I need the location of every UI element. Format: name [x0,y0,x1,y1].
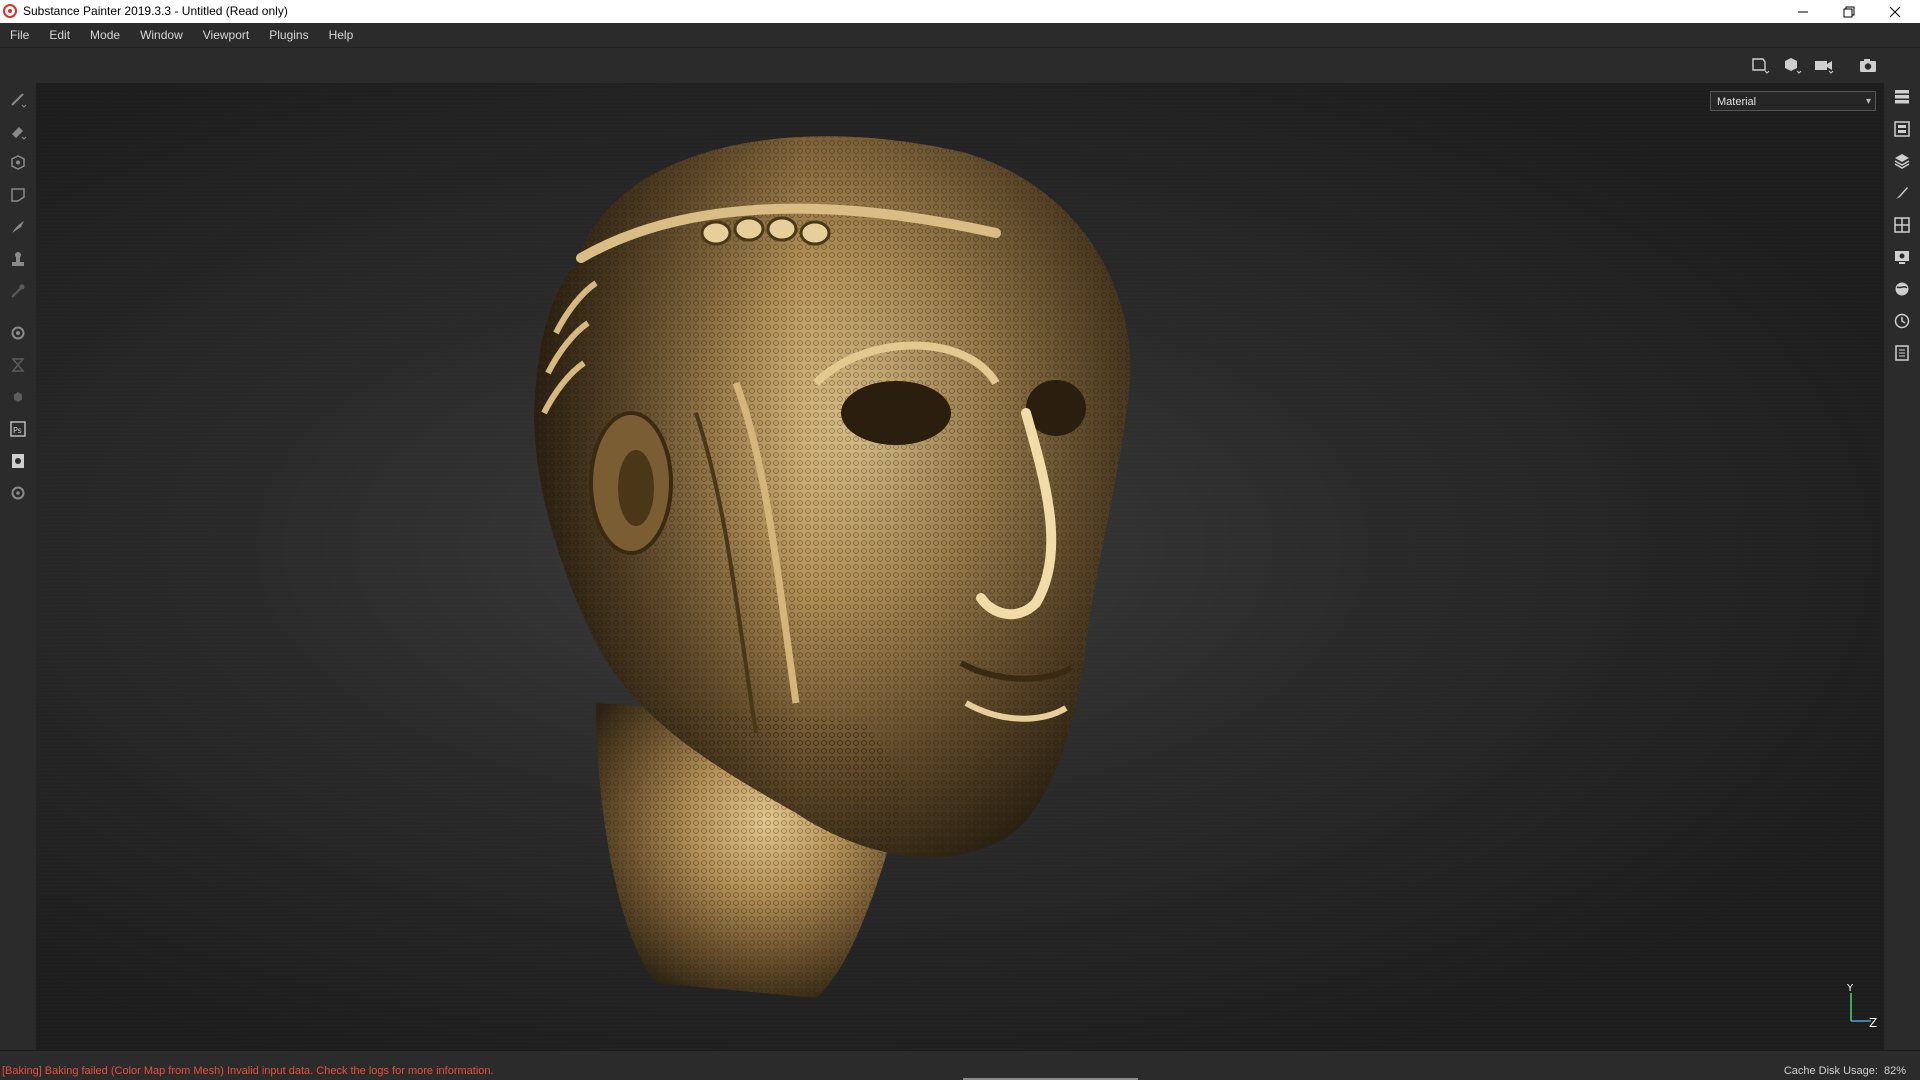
close-icon [1889,6,1901,17]
history-icon [1894,313,1910,329]
axis-gizmo: Y Z [1846,983,1877,1030]
menu-mode[interactable]: Mode [80,23,130,47]
export-tool[interactable] [6,449,30,473]
right-dock-strip [1884,83,1920,1050]
texture-set-settings-button[interactable] [1890,149,1914,173]
left-tool-strip: Ps [0,83,36,1050]
close-button[interactable] [1872,0,1918,23]
title-bar: Substance Painter 2019.3.3 - Untitled (R… [0,0,1920,23]
camera-button[interactable] [1812,54,1836,76]
top-toolbar [0,47,1920,84]
menu-help[interactable]: Help [319,23,364,47]
effects-tool[interactable] [6,385,30,409]
menu-edit[interactable]: Edit [39,23,80,47]
paint-tool[interactable] [6,87,30,111]
status-error-message[interactable]: [Baking] Baking failed (Color Map from M… [2,1065,494,1077]
log-icon [1895,345,1909,361]
camera-icon [1815,61,1834,74]
paint-brush-icon [11,93,27,108]
brush-properties-icon [1896,187,1908,199]
eraser-icon [12,127,27,140]
substance-painter-logo-icon [3,4,17,18]
environment-button[interactable] [1890,277,1914,301]
display-settings-icon [1895,251,1909,264]
menu-window[interactable]: Window [130,23,193,47]
plugin-tool[interactable] [6,481,30,505]
restore-button[interactable] [1826,0,1872,23]
polygon-fill-tool[interactable] [6,183,30,207]
axis-label-z: Z [1869,1016,1877,1030]
cache-disk-usage: Cache Disk Usage: 82% [1778,1065,1906,1077]
export-icon [12,454,24,468]
menu-viewport[interactable]: Viewport [193,23,259,47]
photoshop-export-tool[interactable]: Ps [6,417,30,441]
photoshop-icon: Ps [10,421,26,437]
polygon-fill-icon [11,188,25,202]
cache-label: Cache Disk Usage: [1783,1065,1878,1077]
effects-icon [14,392,22,402]
texture-set-settings-icon [1894,154,1910,169]
smudge-icon [12,221,24,233]
menu-file[interactable]: File [0,23,39,47]
shelf-button[interactable] [1890,213,1914,237]
texture-set-list-icon [1894,121,1910,137]
menu-bar: File Edit Mode Window Viewport Plugins H… [0,23,1920,47]
smudge-tool[interactable] [6,215,30,239]
color-picker-icon [11,284,25,298]
cache-value: 82% [1883,1065,1906,1077]
history-button[interactable] [1890,309,1914,333]
svg-text:Ps: Ps [13,426,22,435]
3d-viewport[interactable]: Material ▾ Y Z [36,83,1884,1050]
object-view-icon [1752,58,1770,74]
bake-settings-icon [11,326,25,340]
environment-icon [1895,282,1909,296]
log-button[interactable] [1890,341,1914,365]
layers-icon [1895,90,1909,104]
brush-properties-button[interactable] [1890,181,1914,205]
viewport-mode-select[interactable]: Material ▾ [1710,91,1876,111]
projection-icon [11,155,25,170]
object-view-button[interactable] [1748,54,1772,76]
clone-tool[interactable] [6,247,30,271]
viewport-mode-value: Material [1717,96,1757,108]
clone-stamp-icon [12,252,24,266]
minimize-icon [1798,11,1808,12]
eraser-tool[interactable] [6,119,30,143]
bake-settings-tool[interactable] [6,321,30,345]
color-picker-tool[interactable] [6,279,30,303]
chevron-down-icon: ▾ [1865,96,1871,107]
cube-view-icon [1785,58,1802,74]
bronze-head-model[interactable] [36,83,1884,1050]
plugin-icon [11,486,25,500]
axis-label-y: Y [1846,983,1854,994]
status-bar: [Baking] Baking failed (Color Map from M… [0,1050,1920,1080]
cube-view-button[interactable] [1780,54,1804,76]
display-settings-button[interactable] [1890,245,1914,269]
shelf-icon [1894,217,1910,233]
screenshot-button[interactable] [1856,54,1880,76]
restore-icon [1843,6,1855,17]
iray-icon [11,358,25,372]
texture-set-list-button[interactable] [1890,117,1914,141]
menu-plugins[interactable]: Plugins [259,23,318,47]
window-title: Substance Painter 2019.3.3 - Untitled (R… [23,4,288,18]
minimize-button[interactable] [1780,0,1826,23]
iray-tool[interactable] [6,353,30,377]
layers-panel-button[interactable] [1890,85,1914,109]
projection-tool[interactable] [6,151,30,175]
screenshot-icon [1860,59,1876,72]
